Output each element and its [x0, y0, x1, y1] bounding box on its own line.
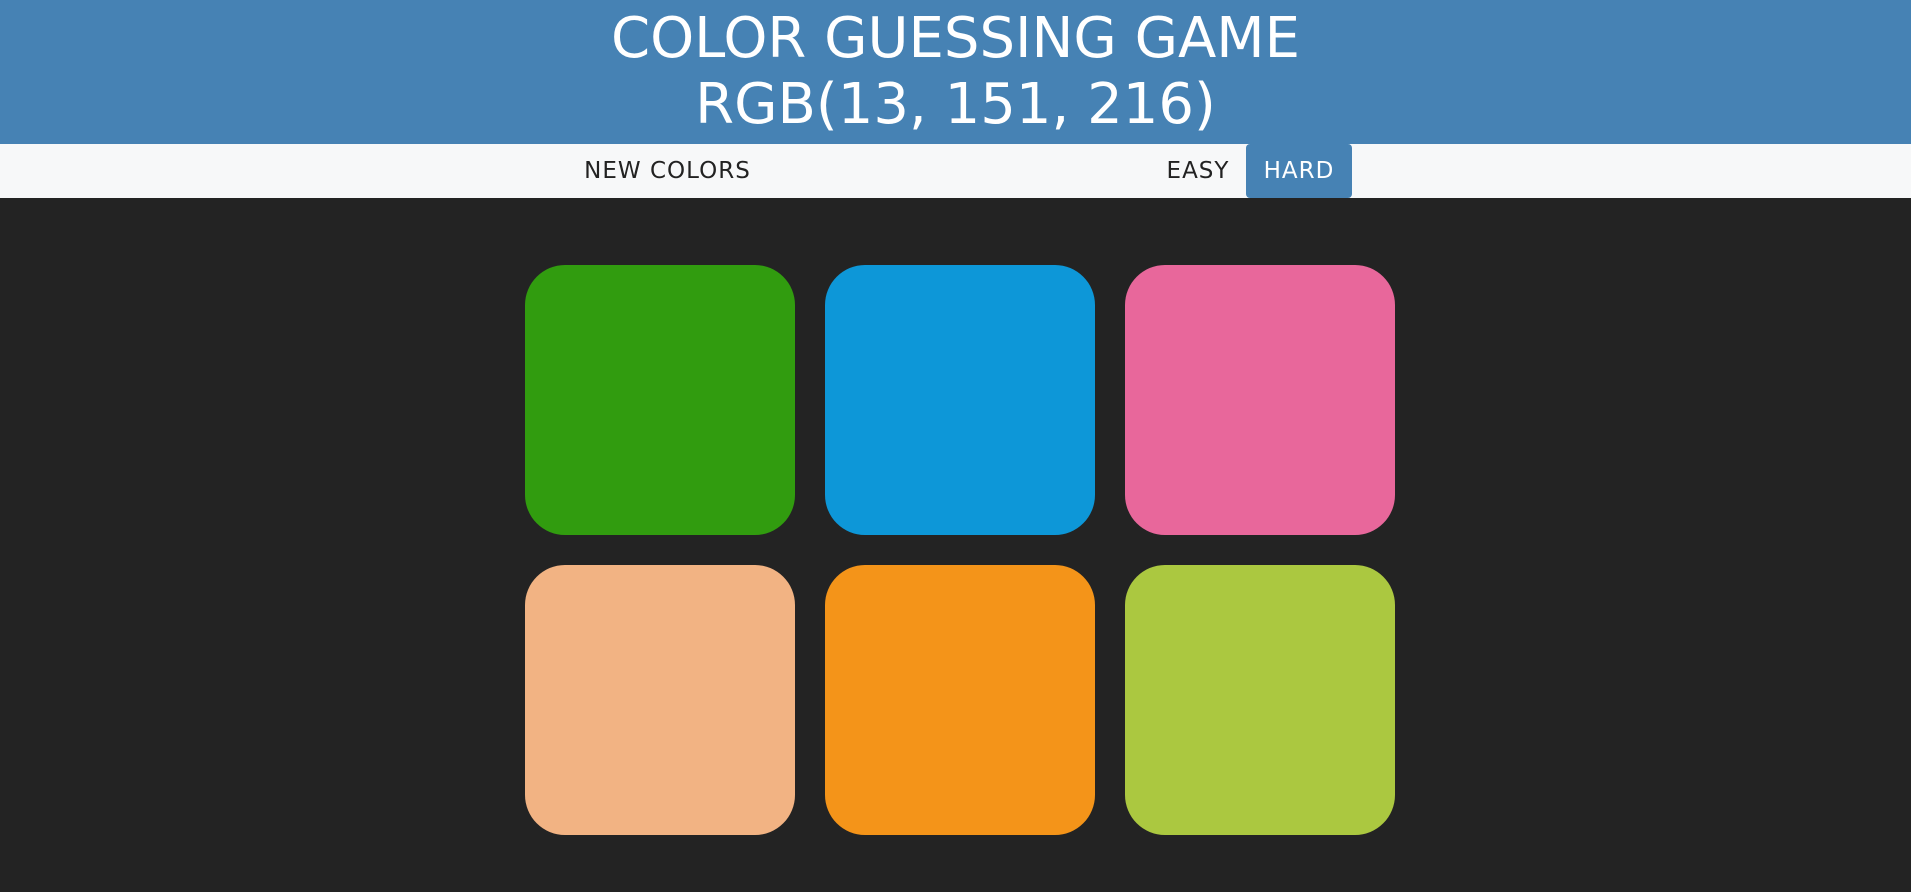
color-square[interactable]	[525, 265, 795, 535]
target-color-display: RGB(13, 151, 216)	[695, 72, 1216, 137]
game-header: COLOR GUESSING GAME RGB(13, 151, 216)	[0, 0, 1911, 144]
color-square[interactable]	[525, 565, 795, 835]
hard-mode-button[interactable]: HARD	[1246, 144, 1352, 198]
color-square[interactable]	[825, 265, 1095, 535]
toolbar: NEW COLORS EASY HARD	[0, 144, 1911, 198]
new-colors-button[interactable]: NEW COLORS	[580, 144, 755, 198]
color-square[interactable]	[1125, 265, 1395, 535]
easy-mode-button[interactable]: EASY	[1158, 144, 1238, 198]
color-square[interactable]	[1125, 565, 1395, 835]
color-board	[0, 198, 1911, 892]
color-square[interactable]	[825, 565, 1095, 835]
game-title: COLOR GUESSING GAME	[610, 6, 1301, 71]
